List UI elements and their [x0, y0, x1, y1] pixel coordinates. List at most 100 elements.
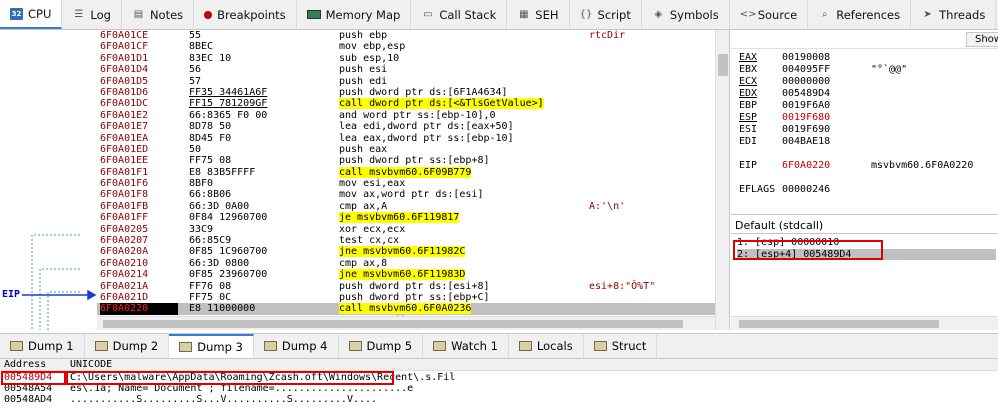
disasm-bytes: 55	[189, 30, 202, 41]
call-highlight: call dword ptr ds:[<&TlsGetValue>]	[339, 98, 544, 110]
disasm-instruction: test cx,cx	[339, 235, 400, 247]
dump-tab-dump-2[interactable]: Dump 2	[85, 334, 170, 358]
tab-log[interactable]: ☰ Log	[62, 0, 122, 29]
disasm-row[interactable]: 6F0A01CE 55 push ebp rtcDir	[97, 30, 715, 41]
disasm-address: 6F0A01ED	[100, 143, 149, 155]
disasm-row[interactable]: 6F0A01ED 50 push eax	[97, 144, 715, 155]
dump-tab-label: Dump 1	[28, 339, 74, 353]
register-value[interactable]: 00000000	[782, 76, 852, 87]
disasm-row[interactable]: 6F0A020A 0F85 1C960700 jne msvbvm60.6F1198…	[97, 246, 715, 258]
tab-notes[interactable]: ▤ Notes	[122, 0, 195, 29]
dump-tab-struct[interactable]: Struct	[584, 334, 658, 358]
tab-source[interactable]: <> Source	[730, 0, 809, 29]
disasm-instruction: push edi	[339, 75, 388, 87]
disasm-address: 6F0A01D6	[100, 86, 149, 98]
register-value[interactable]: 00000246	[782, 184, 852, 195]
register-value[interactable]: 004BAE18	[782, 136, 852, 147]
disasm-vertical-scrollbar[interactable]	[715, 30, 729, 330]
register-value[interactable]: 004095FF	[782, 64, 852, 75]
tab-call-stack[interactable]: ▭ Call Stack	[411, 0, 508, 29]
disasm-row[interactable]: 6F0A01F1 E8 83B5FFFF call msvbvm60.6F09B77…	[97, 166, 715, 178]
args-horizontal-scrollbar[interactable]	[731, 316, 998, 330]
register-value[interactable]: 0019F6A0	[782, 100, 852, 111]
disasm-bytes: 66:85C9	[189, 235, 232, 247]
argument-row[interactable]: 2: [esp+4] 005489D4	[737, 249, 996, 260]
disasm-bytes: FF76 08	[189, 280, 232, 292]
dump-row[interactable]: 00548AD4 ...........S.........S...V......…	[0, 395, 998, 405]
disasm-address: 6F0A021D	[100, 291, 149, 303]
tab-breakpoints[interactable]: Breakpoints	[194, 0, 297, 29]
disasm-row[interactable]: 6F0A01D1 83EC 10 sub esp,10	[97, 53, 715, 64]
disasm-bytes: 66:3D 0A00	[189, 200, 250, 212]
tab-label: Breakpoints	[217, 7, 286, 22]
tab-cpu[interactable]: 32 CPU	[0, 0, 63, 29]
dump-row[interactable]: 005489D4 C:\Users\malware\AppData\Roaming…	[0, 373, 998, 383]
disasm-row[interactable]: 6F0A01EA 8D45 F0 lea eax,dword ptr ss:[ebp…	[97, 133, 715, 144]
disasm-row[interactable]: 6F0A01FF 0F84 12960700 je msvbvm60.6F11981…	[97, 212, 715, 224]
register-value[interactable]: 0019F680	[782, 112, 852, 123]
dump-address: 00548AD4	[4, 394, 53, 405]
disasm-address: 6F0A01D1	[100, 52, 149, 64]
dump-tab-dump-3[interactable]: Dump 3	[169, 334, 254, 358]
disasm-row[interactable]: 6F0A01D6 FF35 34461A6F push dword ptr ds:[…	[97, 87, 715, 98]
disasm-row[interactable]: 6F0A021D FF75 0C push dword ptr ss:[ebp+C]	[97, 292, 715, 303]
tab-label: Notes	[149, 7, 184, 22]
dump-tab-dump-5[interactable]: Dump 5	[339, 334, 424, 358]
disasm-bytes: 8BF0	[189, 178, 214, 190]
disassembly-pane[interactable]: EIP 6F0A01CE 55 push ebp rtcDir 6F0A01CF 8BEC…	[0, 30, 730, 330]
register-name: ECX	[739, 76, 758, 87]
register-value[interactable]: 6F0A0220	[782, 160, 852, 171]
disasm-row[interactable]: 6F0A01E2 66:8365 F0 00 and word ptr ss:[eb…	[97, 110, 715, 121]
dump-tab-dump-1[interactable]: Dump 1	[0, 334, 85, 358]
register-value[interactable]: 005489D4	[782, 88, 852, 99]
disasm-row[interactable]: 6F0A01F8 66:8B06 mov ax,word ptr ds:[esi]	[97, 189, 715, 200]
register-name: ESP	[739, 112, 758, 123]
jump-line-3	[47, 291, 80, 330]
tab-label: CPU	[28, 6, 52, 21]
dump-address: 00548A54	[4, 383, 53, 394]
call-highlight: call msvbvm60.6F09B779	[339, 166, 472, 178]
disasm-horizontal-scrollbar[interactable]	[97, 316, 715, 330]
disasm-row[interactable]: 6F0A01EE FF75 08 push dword ptr ss:[ebp+8]	[97, 155, 715, 166]
tab-memory-map[interactable]: Memory Map	[297, 0, 412, 29]
disasm-row[interactable]: 6F0A021A FF76 08 push dword ptr ds:[esi+8]…	[97, 281, 715, 292]
disasm-row[interactable]: 6F0A01FB 66:3D 0A00 cmp ax,A A:'\n'	[97, 201, 715, 212]
tab-script[interactable]: {} Script	[570, 0, 642, 29]
breakpoint-icon	[204, 10, 213, 19]
disasm-row[interactable]: 6F0A0207 66:85C9 test cx,cx	[97, 235, 715, 246]
disasm-instruction: push ebp	[339, 30, 388, 41]
show-fpu-button[interactable]: Show	[966, 32, 998, 47]
disasm-row[interactable]: 6F0A0210 66:3D 0800 cmp ax,8	[97, 258, 715, 269]
tab-references[interactable]: ⌕ References	[808, 0, 912, 29]
disasm-row[interactable]: 6F0A0220 E8 11000000 call msvbvm60.6F0A023…	[97, 303, 715, 315]
disasm-row[interactable]: 6F0A0214 0F85 23960700 jne msvbvm60.6F1198…	[97, 269, 715, 281]
disasm-address: 6F0A01FF	[100, 212, 149, 224]
tab-seh[interactable]: ▦ SEH	[507, 0, 570, 29]
disasm-row[interactable]: 6F0A01DC FF15 781209GF call dword ptr ds:[…	[97, 98, 715, 110]
dump-tab-dump-4[interactable]: Dump 4	[254, 334, 339, 358]
disasm-row[interactable]: 6F0A01F6 8BF0 mov esi,eax	[97, 178, 715, 189]
disasm-row[interactable]: 6F0A0205 33C9 xor ecx,ecx	[97, 224, 715, 235]
dump-tab-watch-1[interactable]: Watch 1	[423, 334, 509, 358]
disasm-row[interactable]: 6F0A01E7 8D78 50 lea edi,dword ptr ds:[eax…	[97, 121, 715, 132]
dump-pane[interactable]: Address UNICODE 005489D4 C:\Users\malware…	[0, 359, 998, 410]
disasm-row[interactable]: 6F0A01CF 8BEC mov ebp,esp	[97, 41, 715, 52]
register-value[interactable]: 00190008	[782, 52, 852, 63]
register-value[interactable]: 0019F690	[782, 124, 852, 135]
disasm-bytes: 8D78 50	[189, 121, 232, 133]
dump-row[interactable]: 00548A54 es\.1a; Name= Document ; filenam…	[0, 384, 998, 394]
disassembly-rows: 6F0A01CE 55 push ebp rtcDir 6F0A01CF 8BEC mov …	[97, 30, 715, 326]
calling-convention-label[interactable]: Default (stdcall)	[735, 219, 823, 232]
tab-symbols[interactable]: ◈ Symbols	[642, 0, 730, 29]
disasm-bytes: E8 83B5FFFF	[189, 166, 256, 178]
disasm-address: 6F0A01DC	[100, 98, 149, 110]
references-icon: ⌕	[821, 8, 828, 20]
tab-threads[interactable]: ➤ Threads	[911, 0, 997, 29]
argument-row[interactable]: 1: [esp] 00000010	[737, 237, 839, 248]
disasm-row[interactable]: 6F0A01D5 57 push edi	[97, 76, 715, 87]
disasm-row[interactable]: 6F0A01D4 56 push esi	[97, 64, 715, 75]
dump-tab-locals[interactable]: Locals	[509, 334, 584, 358]
disasm-address: 6F0A0205	[100, 223, 149, 235]
disasm-bytes: 0F85 1C960700	[189, 246, 268, 258]
disasm-instruction: sub esp,10	[339, 52, 400, 64]
